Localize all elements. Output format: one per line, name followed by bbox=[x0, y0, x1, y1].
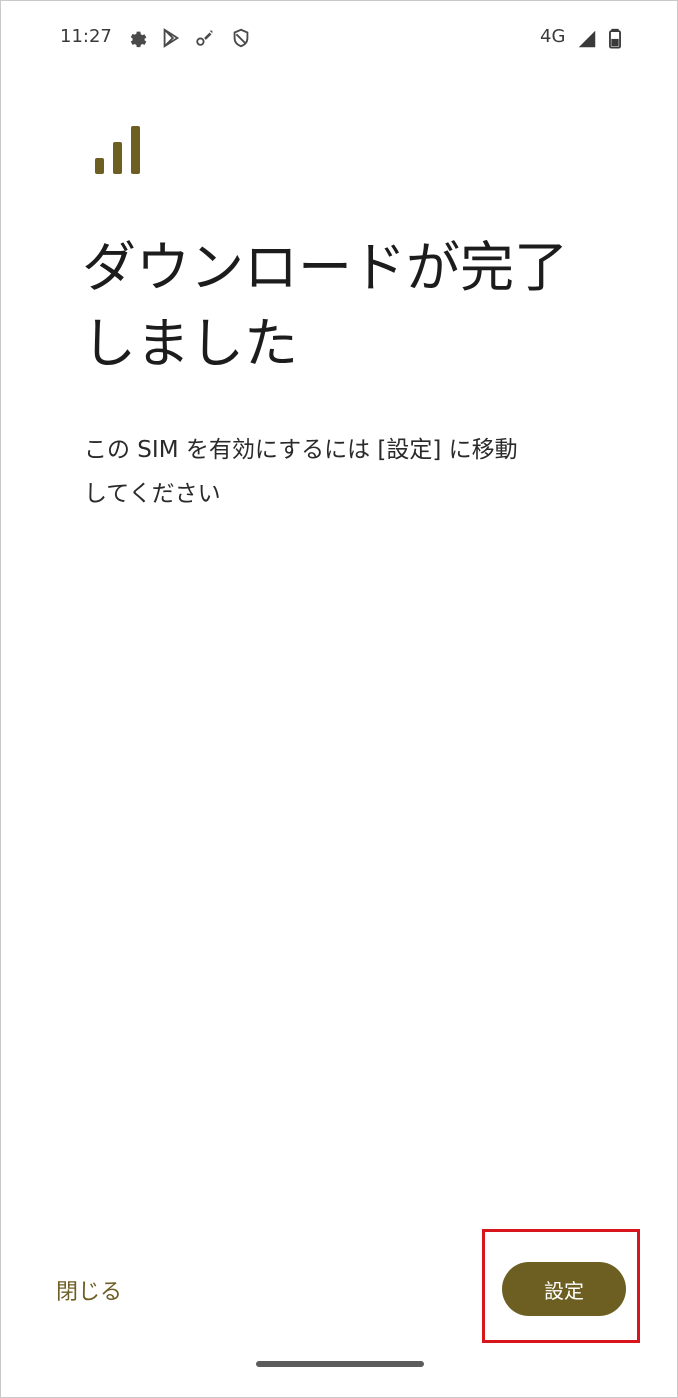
page-title: ダウンロードが完了 しました bbox=[82, 230, 642, 382]
play-store-icon bbox=[160, 27, 182, 49]
description-line-2: してください bbox=[84, 481, 221, 507]
wrench-icon bbox=[194, 27, 216, 49]
shield-icon bbox=[230, 27, 252, 49]
network-type: 4G bbox=[540, 26, 566, 47]
battery-icon bbox=[604, 27, 626, 49]
settings-button[interactable]: 設定 bbox=[502, 1262, 626, 1316]
signal-bars-icon bbox=[92, 122, 148, 178]
title-line-2: しました bbox=[82, 312, 298, 375]
status-time: 11:27 bbox=[60, 26, 112, 47]
status-bar: 11:27 4G bbox=[0, 0, 678, 80]
description-line-1: この SIM を有効にするには [設定] に移動 bbox=[84, 437, 518, 463]
navigation-handle[interactable] bbox=[256, 1361, 424, 1367]
cellular-signal-icon bbox=[576, 28, 598, 50]
screen-frame bbox=[0, 0, 678, 1398]
description-text: この SIM を有効にするには [設定] に移動 してください bbox=[84, 428, 624, 516]
title-line-1: ダウンロードが完了 bbox=[82, 236, 568, 299]
close-button[interactable]: 閉じる bbox=[52, 1270, 126, 1310]
settings-icon bbox=[126, 27, 148, 49]
